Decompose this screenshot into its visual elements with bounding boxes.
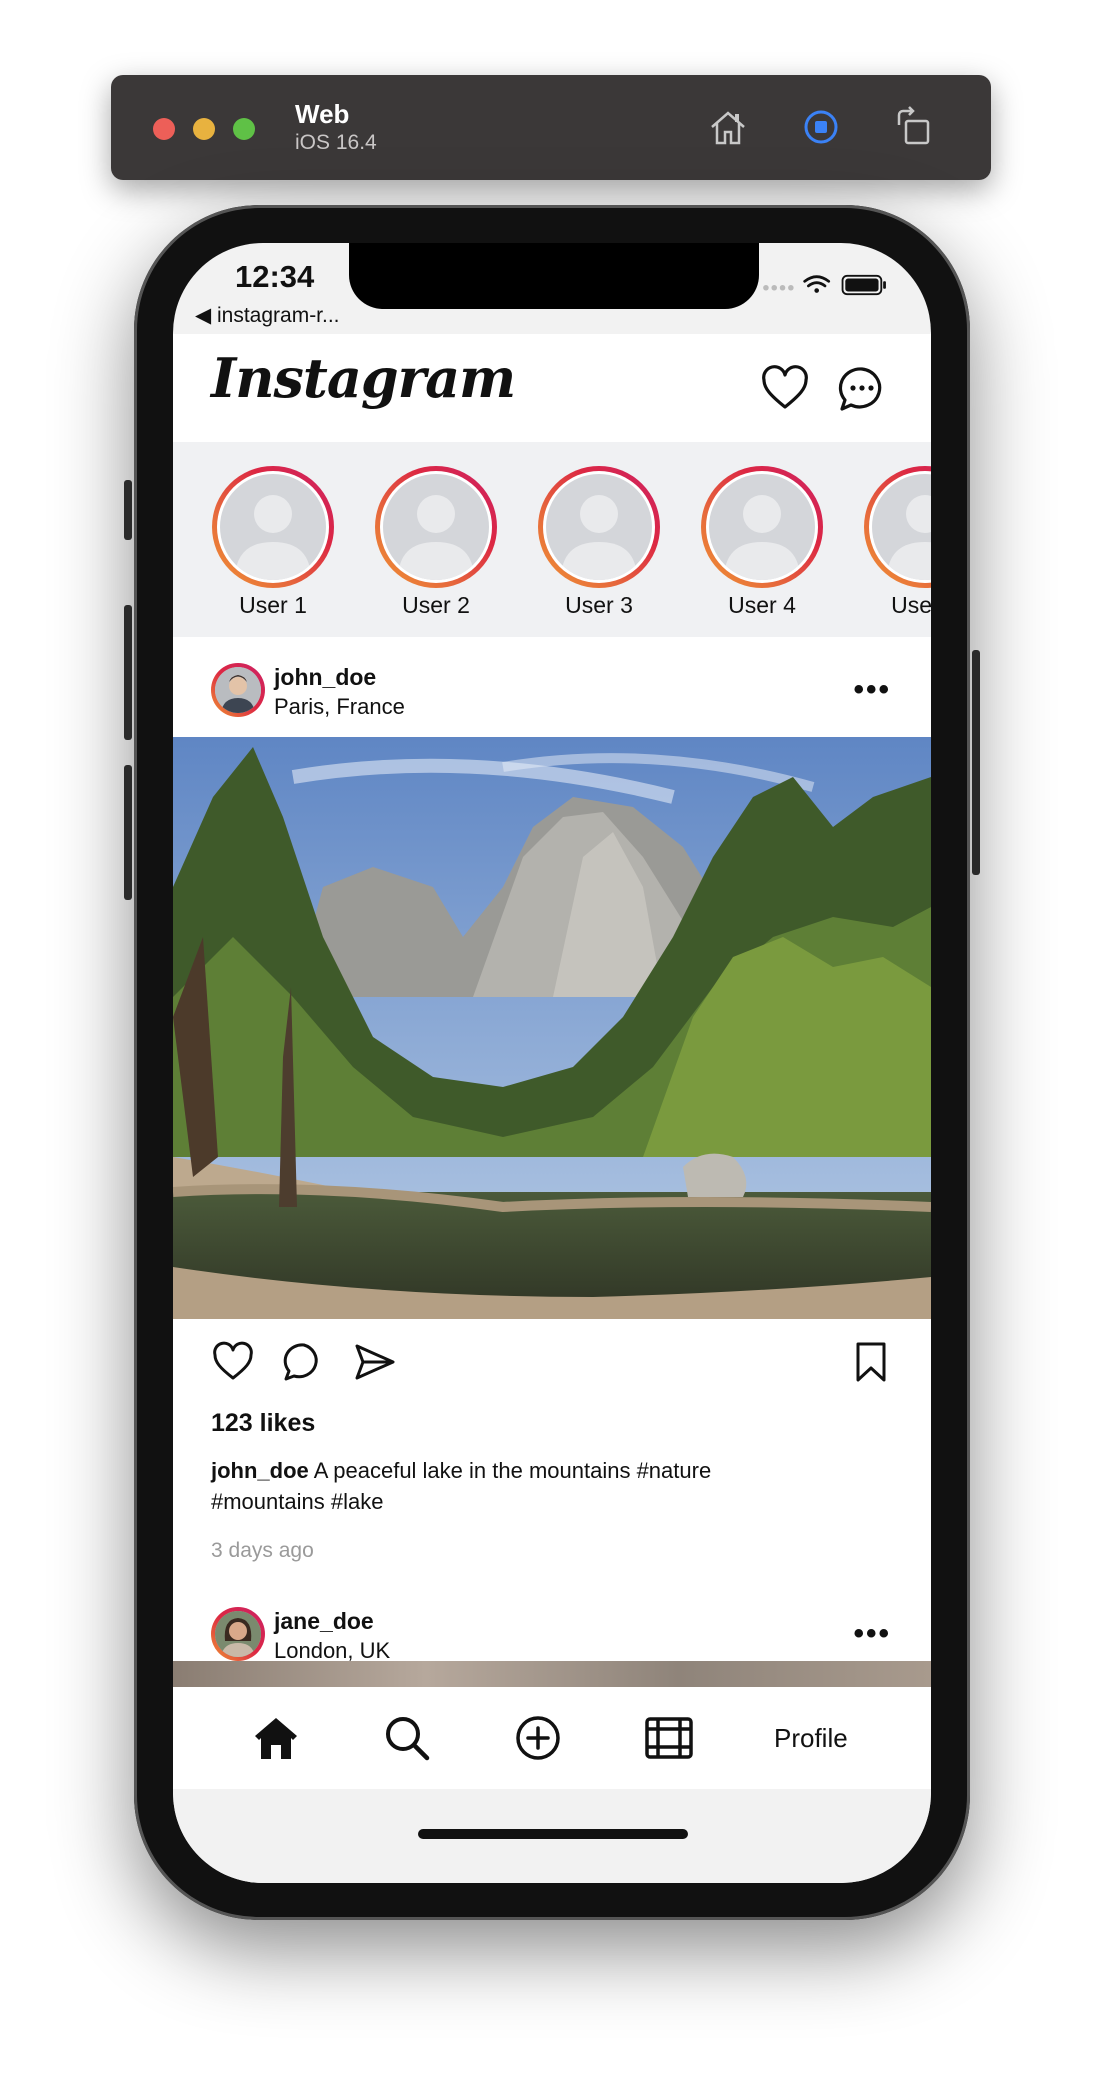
story-item[interactable]: User 5 — [862, 466, 931, 619]
avatar — [215, 1611, 261, 1657]
like-heart-icon[interactable] — [211, 1340, 255, 1384]
default-avatar-icon — [220, 474, 326, 580]
home-icon[interactable] — [706, 105, 750, 149]
home-indicator-area — [173, 1789, 931, 1883]
story-item[interactable]: User 4 — [699, 466, 825, 619]
story-label: User 5 — [891, 592, 931, 618]
volume-up-button — [124, 605, 132, 740]
story-item[interactable]: User 1 — [210, 466, 336, 619]
post-avatar-ring[interactable] — [211, 1607, 265, 1661]
profile-tab[interactable]: Profile — [774, 1723, 848, 1754]
post-username[interactable]: john_doe — [274, 664, 376, 691]
default-avatar-icon — [709, 474, 815, 580]
story-label: User 2 — [402, 592, 470, 618]
wifi-icon — [803, 275, 831, 293]
heart-icon[interactable] — [760, 364, 810, 414]
status-icons — [763, 274, 886, 296]
post-location[interactable]: London, UK — [274, 1638, 390, 1662]
screenshot-record-icon[interactable] — [799, 105, 843, 149]
story-ring — [375, 466, 497, 588]
more-options-button[interactable]: ••• — [853, 1617, 891, 1651]
power-button — [972, 650, 980, 875]
simulator-title: Web — [295, 99, 350, 129]
bookmark-icon[interactable] — [849, 1340, 893, 1384]
feed: john_doe Paris, France ••• 123 likes joh… — [173, 637, 931, 1662]
signal-dots-icon — [763, 285, 794, 291]
home-indicator[interactable] — [418, 1829, 688, 1839]
comment-icon[interactable] — [282, 1340, 326, 1384]
search-icon[interactable] — [382, 1713, 432, 1763]
post-header: jane_doe London, UK ••• — [173, 1581, 931, 1662]
stories-row: User 1 User 2 User 3 User 4 Use — [173, 442, 931, 637]
post-avatar-ring[interactable] — [211, 663, 265, 717]
post-username[interactable]: jane_doe — [274, 1608, 374, 1635]
post-caption: john_doe A peaceful lake in the mountain… — [211, 1455, 831, 1517]
battery-icon — [841, 274, 886, 296]
post-timestamp: 3 days ago — [211, 1539, 314, 1562]
story-label: User 4 — [728, 592, 796, 618]
simulator-toolbar: Web iOS 16.4 — [111, 75, 991, 180]
avatar — [215, 667, 261, 713]
landscape-photo — [173, 737, 931, 1319]
minimize-window-button[interactable] — [193, 118, 215, 140]
story-ring — [212, 466, 334, 588]
reels-icon[interactable] — [644, 1713, 694, 1763]
story-ring — [864, 466, 931, 588]
default-avatar-icon — [546, 474, 652, 580]
story-item[interactable]: User 3 — [536, 466, 662, 619]
instagram-logo[interactable]: Instagram — [211, 346, 516, 410]
post-image-preview[interactable] — [173, 1661, 931, 1687]
volume-down-button — [124, 765, 132, 900]
status-time: 12:34 — [235, 259, 315, 294]
post-location[interactable]: Paris, France — [274, 694, 405, 720]
default-avatar-icon — [383, 474, 489, 580]
post-image[interactable] — [173, 737, 931, 1319]
story-ring — [538, 466, 660, 588]
caption-username[interactable]: john_doe — [211, 1458, 309, 1483]
share-icon[interactable] — [353, 1340, 397, 1384]
app-header: Instagram — [173, 334, 931, 442]
home-icon[interactable] — [251, 1713, 301, 1763]
rotate-icon[interactable] — [893, 105, 937, 149]
messenger-icon[interactable] — [837, 364, 887, 414]
more-options-button[interactable]: ••• — [853, 673, 891, 707]
simulator-subtitle: iOS 16.4 — [295, 131, 377, 154]
story-item[interactable]: User 2 — [373, 466, 499, 619]
likes-count[interactable]: 123 likes — [211, 1409, 315, 1438]
zoom-window-button[interactable] — [233, 118, 255, 140]
mute-switch — [124, 480, 132, 540]
default-avatar-icon — [872, 474, 931, 580]
notch — [349, 243, 759, 309]
bottom-tab-bar: Profile — [173, 1687, 931, 1789]
post-actions — [173, 1322, 931, 1402]
post-header: john_doe Paris, France ••• — [173, 637, 931, 737]
add-icon[interactable] — [513, 1713, 563, 1763]
close-window-button[interactable] — [153, 118, 175, 140]
back-to-app-link[interactable]: ◀ instagram-r... — [195, 303, 340, 328]
story-label: User 1 — [239, 592, 307, 618]
iphone-frame: 12:34 ◀ instagram-r... Instagram User 1 … — [124, 205, 980, 1920]
story-label: User 3 — [565, 592, 633, 618]
story-ring — [701, 466, 823, 588]
phone-screen: 12:34 ◀ instagram-r... Instagram User 1 … — [173, 243, 931, 1883]
